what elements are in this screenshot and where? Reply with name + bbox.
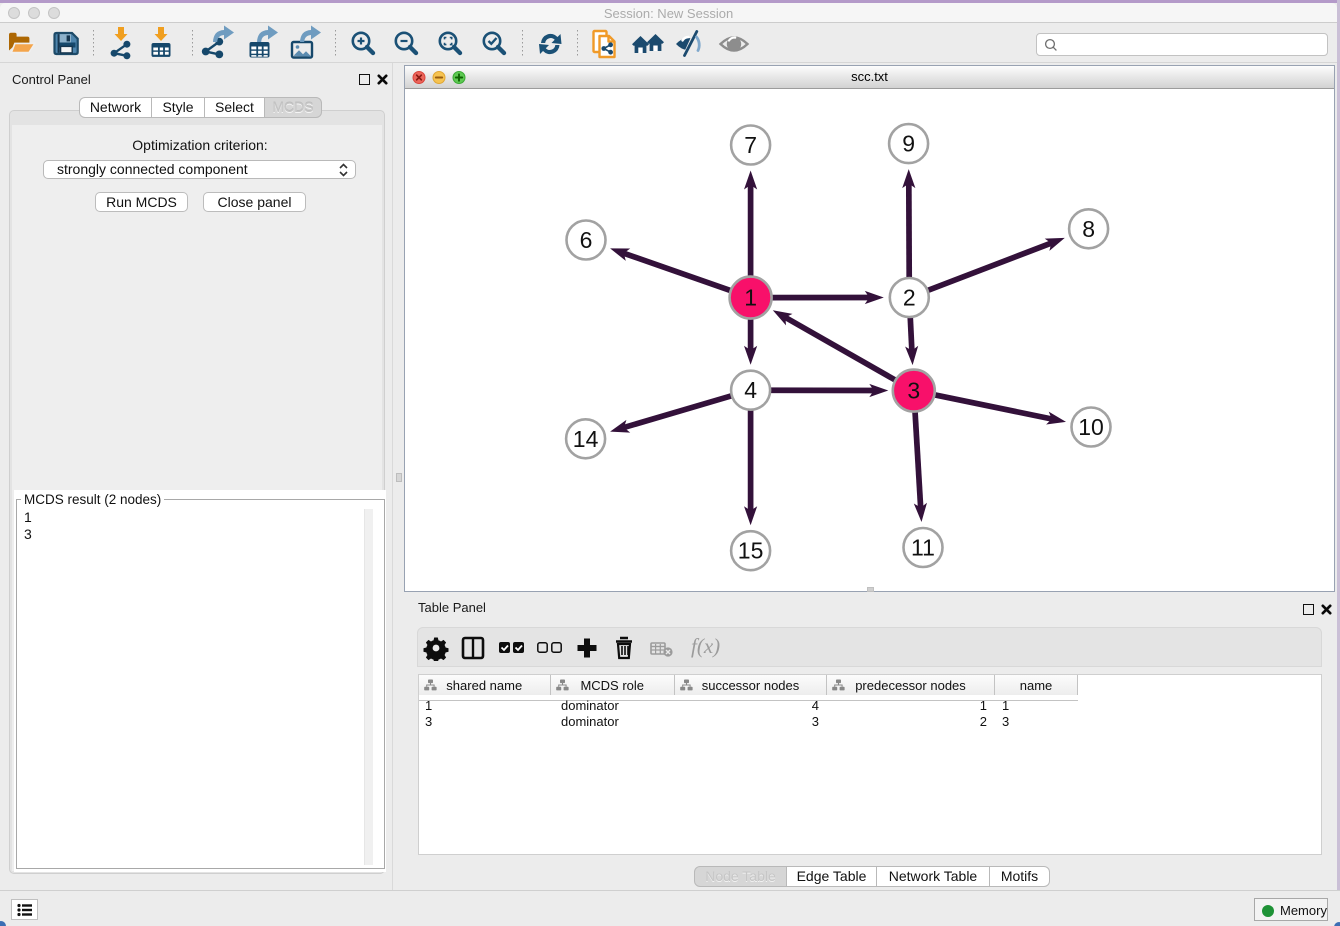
svg-text:1: 1 [744, 285, 757, 311]
svg-text:10: 10 [1078, 414, 1104, 440]
svg-text:7: 7 [744, 132, 757, 158]
svg-text:11: 11 [911, 535, 935, 561]
svg-text:2: 2 [903, 285, 916, 311]
svg-text:8: 8 [1082, 216, 1095, 242]
svg-text:9: 9 [902, 131, 915, 157]
svg-text:6: 6 [580, 227, 593, 253]
svg-text:15: 15 [738, 538, 764, 564]
svg-text:4: 4 [744, 377, 757, 403]
svg-text:3: 3 [907, 378, 920, 404]
svg-text:14: 14 [573, 426, 599, 452]
